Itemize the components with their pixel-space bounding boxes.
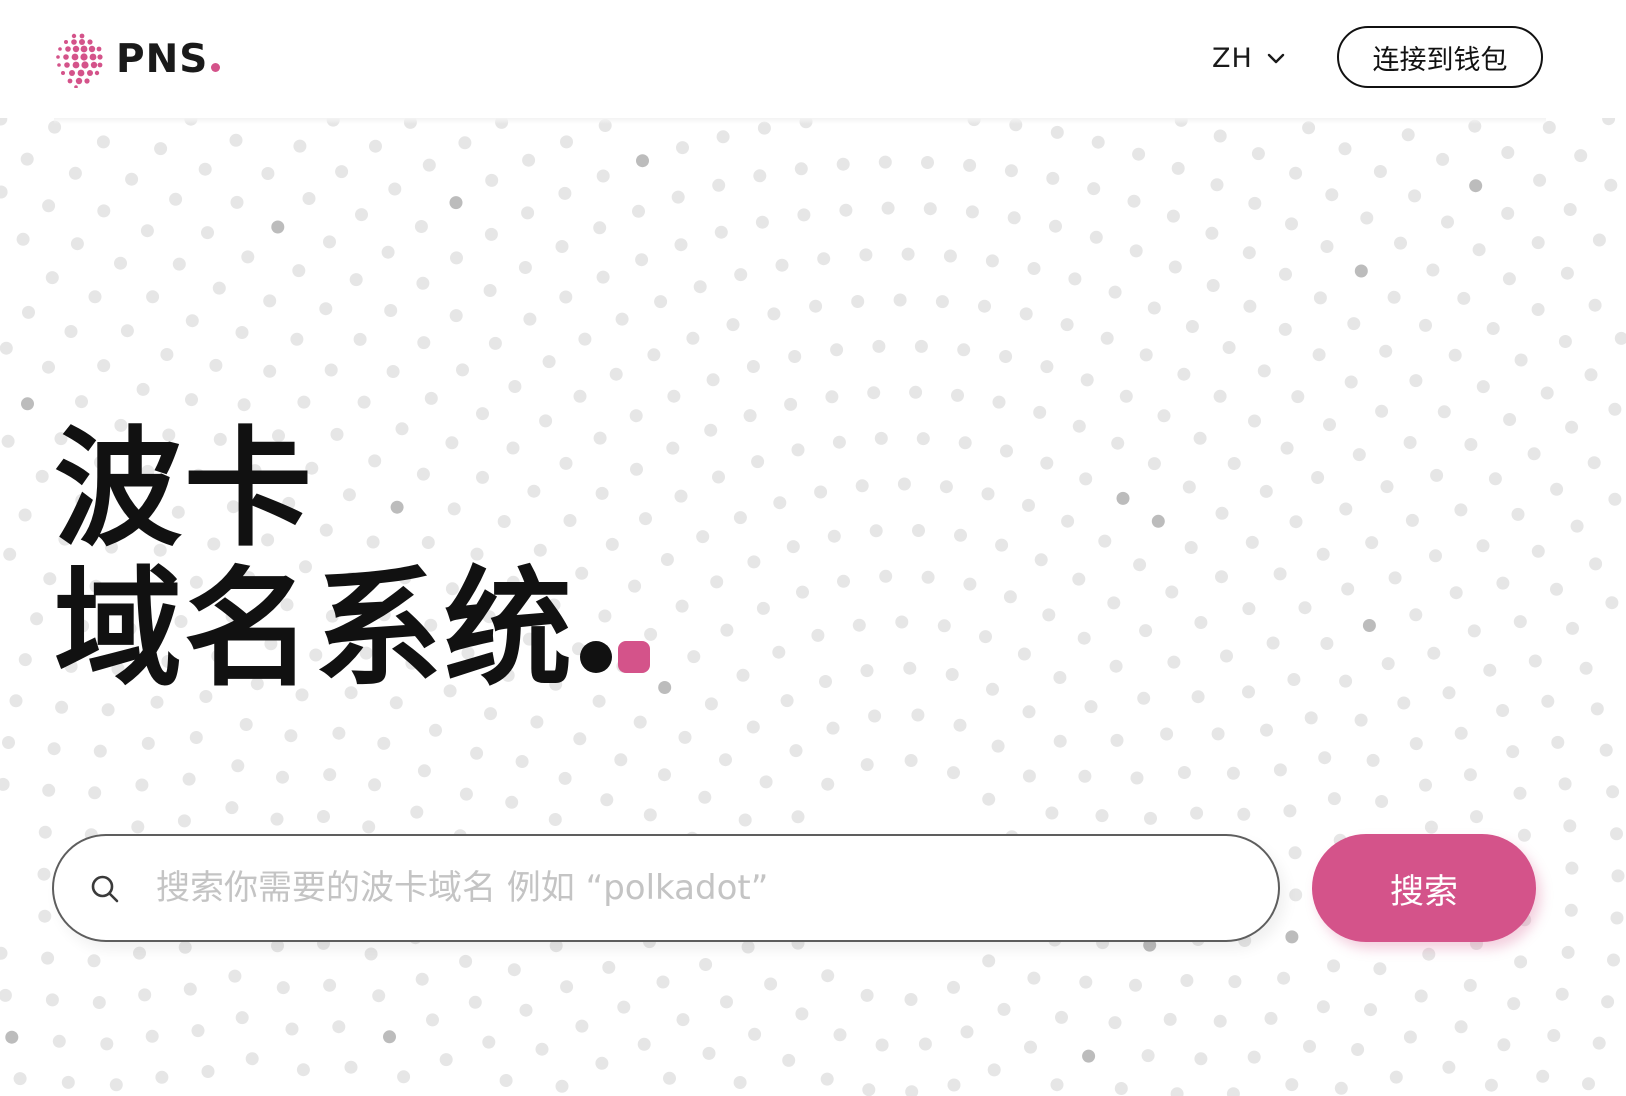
- hero-title-line-2-wrap: 域名系统: [54, 560, 651, 700]
- header-divider: [54, 118, 1546, 124]
- connect-wallet-button[interactable]: 连接到钱包: [1337, 26, 1543, 88]
- search-bar[interactable]: [52, 834, 1280, 942]
- hero-pink-dot: [618, 641, 651, 673]
- search-icon: [91, 875, 119, 903]
- hero-title-line-1: 波卡: [54, 415, 315, 564]
- logo-accent-dot: [211, 62, 221, 72]
- language-label: ZH: [1212, 42, 1253, 74]
- search-input[interactable]: [156, 852, 1246, 924]
- page: PNS ZH 连接到钱包 波卡 域名系统 搜索: [0, 0, 1626, 1096]
- pns-logo-icon: [56, 33, 103, 88]
- chevron-down-icon: [1267, 53, 1285, 64]
- hero-title: 波卡 域名系统: [54, 415, 651, 700]
- logo[interactable]: PNS: [54, 32, 221, 88]
- language-selector[interactable]: ZH: [1212, 36, 1287, 80]
- hero-title-line-2: 域名系统: [54, 555, 575, 704]
- hero-black-dot: [580, 641, 613, 673]
- top-bar: PNS ZH 连接到钱包: [0, 0, 1626, 118]
- search-button[interactable]: 搜索: [1312, 834, 1536, 942]
- logo-wordmark: PNS: [116, 37, 209, 82]
